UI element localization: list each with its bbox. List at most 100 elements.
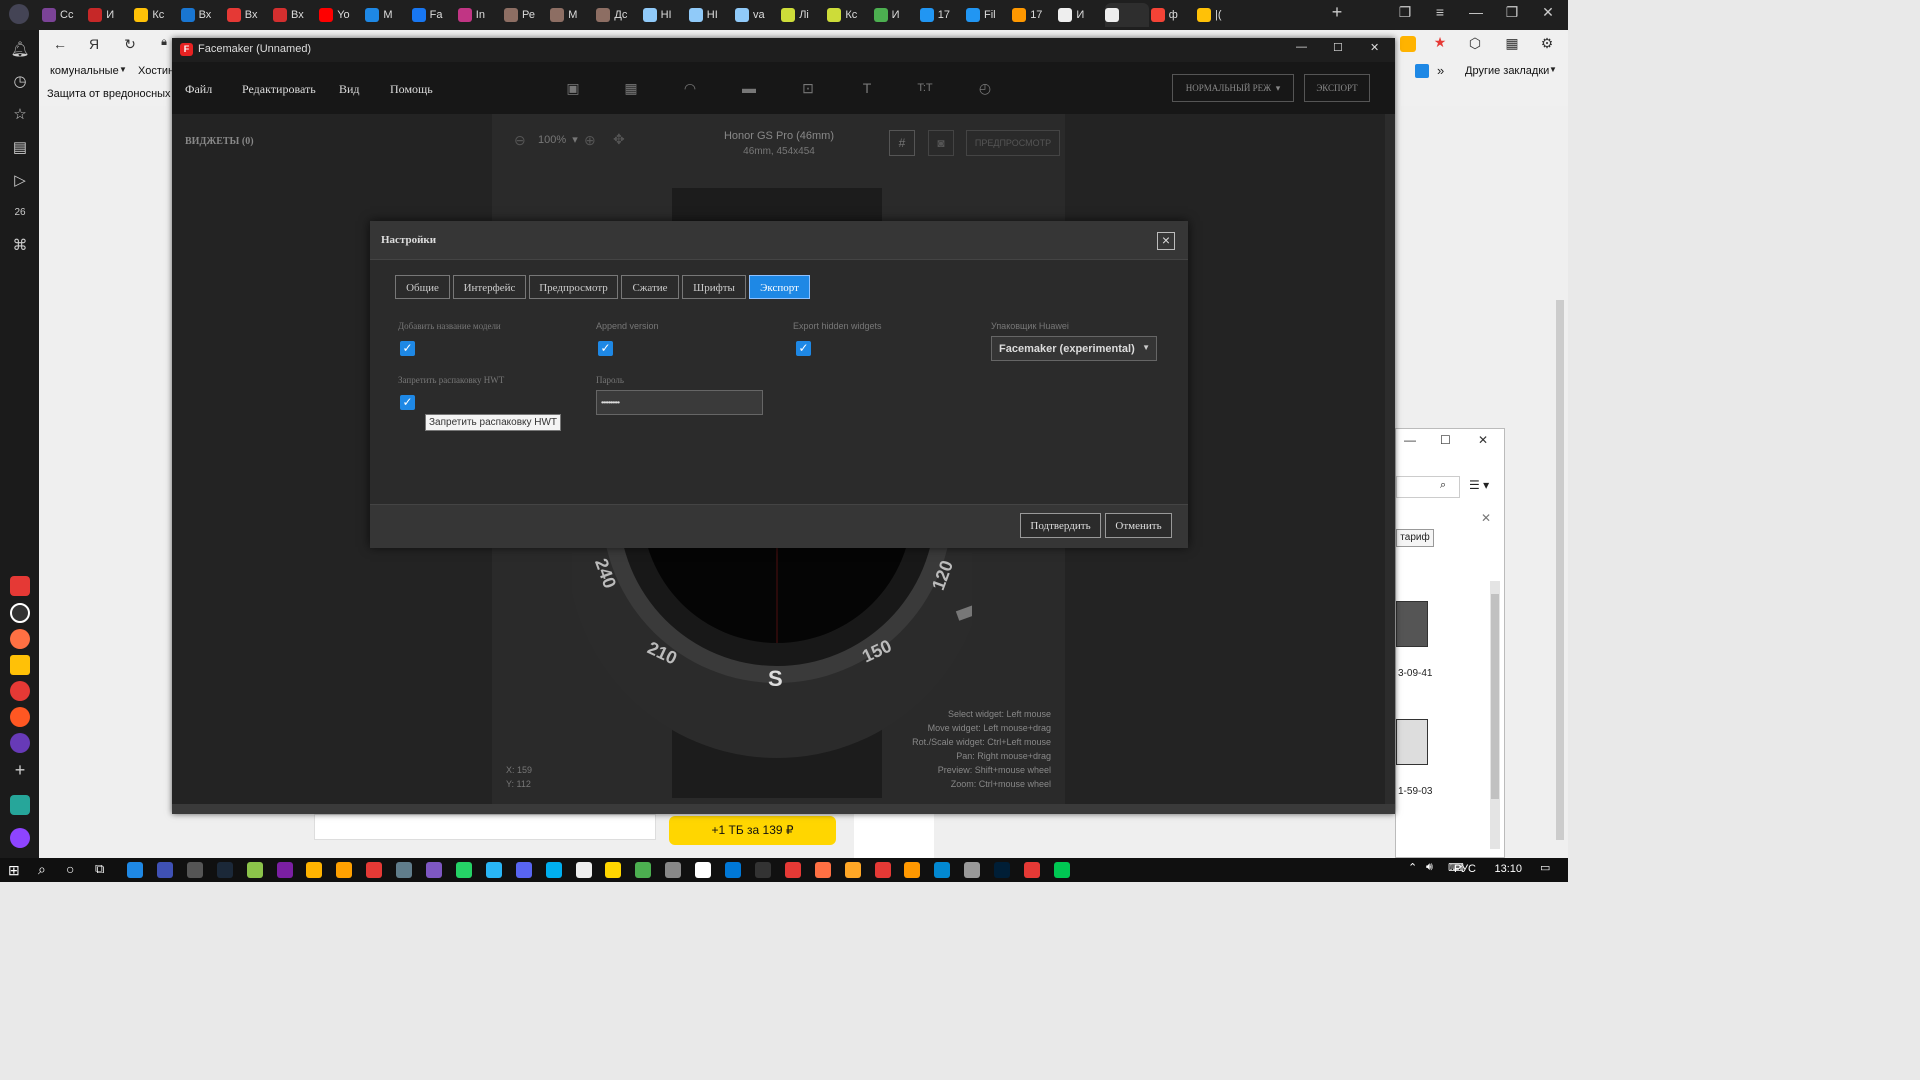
browser-tab[interactable]: М [550, 3, 594, 27]
taskbar-app-icon[interactable] [695, 862, 712, 878]
image-tool-icon[interactable]: ▣ [563, 78, 583, 98]
browser-tab[interactable]: HI [642, 3, 687, 27]
history-icon[interactable]: ◷ [10, 72, 30, 92]
taskbar-app-icon[interactable] [934, 862, 951, 878]
taskbar-app-icon[interactable] [545, 862, 562, 878]
search-icon[interactable]: ⌕ [1440, 479, 1446, 492]
bookmark-item[interactable]: Хостин [138, 65, 174, 77]
app-icon[interactable] [10, 629, 30, 649]
bookmark-item[interactable]: комунальные [50, 65, 119, 77]
tarif-button[interactable]: тариф [1396, 529, 1434, 547]
extension-icon[interactable]: ⚙ [1536, 35, 1558, 52]
menu-icon[interactable]: ≡ [1429, 4, 1451, 20]
add-model-name-checkbox[interactable]: ✓ [400, 341, 415, 356]
browser-tab[interactable]: Ре [504, 3, 548, 27]
append-version-checkbox[interactable]: ✓ [598, 341, 613, 356]
progress-tool-icon[interactable]: ▬ [739, 78, 759, 98]
grid-icon[interactable]: # [889, 130, 915, 156]
browser-tab[interactable]: Лі [781, 3, 825, 27]
browser-tab[interactable]: |( [1197, 3, 1241, 27]
app-icon[interactable] [10, 603, 30, 623]
move-icon[interactable]: ✥ [613, 131, 625, 148]
taskbar-app-icon[interactable] [964, 862, 981, 878]
alice-icon[interactable] [10, 828, 30, 848]
language-indicator[interactable]: РУС [1454, 863, 1476, 875]
clock-hands-tool-icon[interactable]: ◴ [975, 78, 995, 98]
browser-tab[interactable]: Вх [226, 3, 271, 27]
taskbar-app-icon[interactable] [665, 862, 682, 878]
calendar-icon[interactable]: 26 [10, 203, 30, 223]
minimize-icon[interactable]: — [1404, 433, 1416, 447]
minimize-icon[interactable]: — [1296, 41, 1307, 53]
app-icon[interactable] [10, 655, 30, 675]
mode-selector[interactable]: НОРМАЛЬНЫЙ РЕЖ ▾ [1172, 74, 1294, 102]
close-icon[interactable]: × [1157, 232, 1175, 250]
maximize-icon[interactable]: ☐ [1440, 433, 1451, 447]
taskbar-app-icon[interactable] [994, 862, 1011, 878]
taskbar-app-icon[interactable] [306, 862, 323, 878]
chevron-right-icon[interactable]: » [1437, 63, 1444, 78]
tab-compression[interactable]: Сжатие [621, 275, 679, 299]
taskbar-app-icon[interactable] [814, 862, 831, 878]
taskbar-app-icon[interactable] [515, 862, 532, 878]
browser-tab[interactable]: va [735, 3, 779, 27]
clock[interactable]: 13:10 [1494, 863, 1522, 875]
browser-tab[interactable]: И [873, 3, 918, 27]
browser-tab[interactable]: М [365, 3, 409, 27]
page-scrollbar[interactable] [1556, 300, 1564, 840]
tab-export[interactable]: Экспорт [749, 275, 810, 299]
notes-icon[interactable]: ▤ [10, 138, 30, 158]
browser-tab[interactable]: Вх [180, 3, 225, 27]
extension-icon[interactable]: ⬡ [1464, 35, 1486, 52]
cortana-icon[interactable]: ○ [66, 861, 74, 877]
browser-tab[interactable]: Fa [411, 3, 456, 27]
zoom-in-icon[interactable]: ⊕ [584, 132, 596, 149]
protection-text[interactable]: Защита от вредоносных п [47, 88, 180, 100]
browser-tab[interactable]: И [1058, 3, 1102, 27]
browser-tab[interactable]: In [457, 3, 502, 27]
taskbar-app-icon[interactable] [455, 862, 472, 878]
browser-avatar[interactable] [9, 4, 29, 24]
task-view-icon[interactable]: ⧉ [95, 861, 104, 877]
gallery-tool-icon[interactable]: ▦ [621, 78, 641, 98]
browser-tab[interactable]: Fil [966, 3, 1010, 27]
camera-icon[interactable]: ◙ [928, 130, 954, 156]
taskbar-app-icon[interactable] [1024, 862, 1040, 878]
browser-tab[interactable] [1104, 3, 1149, 27]
packer-select[interactable]: Facemaker (experimental) ▼ [991, 336, 1157, 361]
search-input[interactable] [1396, 476, 1460, 498]
collections-icon[interactable]: ❐ [1394, 4, 1416, 21]
taskbar-app-icon[interactable] [874, 862, 891, 878]
export-hidden-checkbox[interactable]: ✓ [796, 341, 811, 356]
extension-icon[interactable] [1400, 36, 1416, 52]
tab-interface[interactable]: Интерфейс [453, 275, 526, 299]
close-panel-icon[interactable]: ✕ [1481, 511, 1491, 525]
taskbar-app-icon[interactable] [426, 862, 442, 878]
taskbar-app-icon[interactable] [216, 862, 233, 878]
volume-icon[interactable]: 🔊︎ [1426, 861, 1433, 874]
yandex-icon[interactable]: Я [83, 36, 105, 52]
text-box-tool-icon[interactable]: ⊡ [798, 78, 818, 98]
tab-fonts[interactable]: Шрифты [682, 275, 746, 299]
browser-tab[interactable]: HI [688, 3, 733, 27]
browser-tab[interactable]: Кс [827, 3, 871, 27]
storage-offer-button[interactable]: +1 ТБ за 139 ₽ [669, 816, 836, 845]
maps-icon[interactable] [10, 681, 30, 701]
taskbar-app-icon[interactable] [844, 862, 861, 878]
menu-help[interactable]: Помощь [390, 82, 433, 97]
taskbar-app-icon[interactable] [605, 862, 622, 878]
close-icon[interactable]: ✕ [1478, 433, 1488, 447]
minimize-icon[interactable]: — [1465, 4, 1487, 20]
confirm-button[interactable]: Подтвердить [1020, 513, 1101, 538]
maximize-icon[interactable]: ❐ [1501, 4, 1523, 21]
taskbar-app-icon[interactable] [396, 862, 413, 878]
extension-icon[interactable]: ▦ [1501, 35, 1523, 52]
browser-tab[interactable]: 17 [1012, 3, 1056, 27]
file-name[interactable]: 3-09-41 [1398, 668, 1432, 679]
zoom-out-icon[interactable]: ⊖ [514, 132, 526, 149]
browser-tab[interactable]: И [88, 3, 132, 27]
forbid-unpack-checkbox[interactable]: ✓ [400, 395, 415, 410]
youtube-app-icon[interactable] [10, 576, 30, 596]
screenshot-icon[interactable]: ⌘ [10, 236, 30, 256]
file-thumbnail[interactable] [1396, 719, 1428, 765]
